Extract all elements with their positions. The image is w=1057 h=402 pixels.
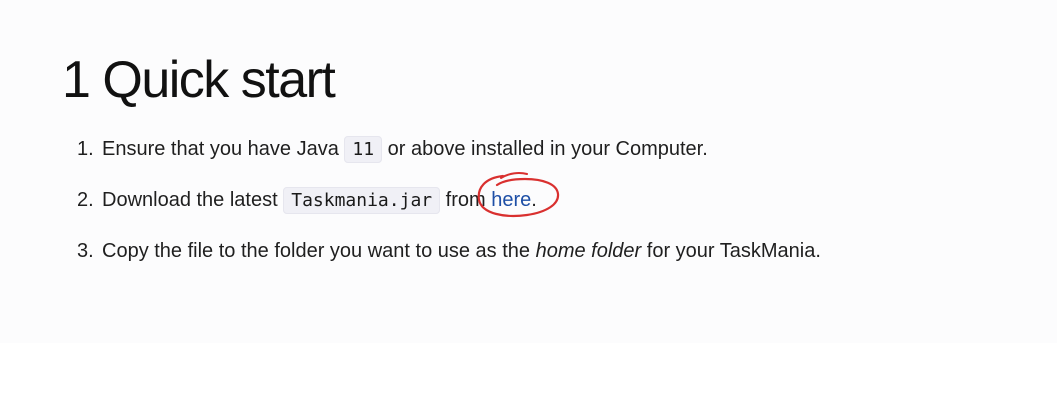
- emphasis-text: home folder: [535, 240, 642, 262]
- step-text: from: [440, 189, 492, 211]
- list-item: 1. Ensure that you have Java 11 or above …: [77, 133, 821, 165]
- step-text: Download the latest: [102, 189, 284, 211]
- step-text: .: [531, 189, 537, 211]
- section-heading: 1 Quick start: [62, 50, 336, 110]
- steps-list: 1. Ensure that you have Java 11 or above …: [77, 133, 821, 286]
- step-number: 3.: [77, 240, 94, 262]
- step-number: 2.: [77, 189, 94, 211]
- list-item: 2. Download the latest Taskmania.jar from…: [77, 172, 821, 217]
- step-text: Copy the file to the folder you want to …: [102, 240, 536, 262]
- step-number: 1.: [77, 138, 94, 160]
- section-title: Quick start: [102, 51, 336, 109]
- section-number: 1: [62, 51, 91, 109]
- inline-code: 11: [344, 136, 383, 163]
- document-page: 1 Quick start 1. Ensure that you have Jav…: [0, 0, 1057, 343]
- download-link-wrapper: here: [477, 172, 560, 217]
- download-link[interactable]: here: [491, 189, 531, 211]
- step-text: or above installed in your Computer.: [382, 138, 708, 160]
- step-text: Ensure that you have Java: [102, 138, 345, 160]
- inline-code: Taskmania.jar: [283, 187, 441, 214]
- list-item: 3. Copy the file to the folder you want t…: [77, 235, 821, 267]
- step-text: for your TaskMania.: [641, 240, 821, 262]
